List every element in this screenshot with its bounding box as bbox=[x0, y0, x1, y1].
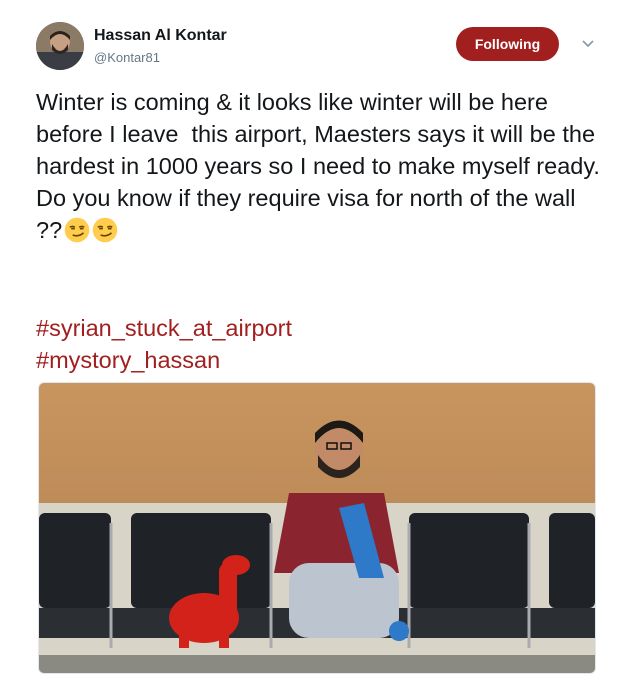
hashtag-list: #syrian_stuck_at_airport #mystory_hassan bbox=[36, 312, 292, 376]
hashtag-mystory-hassan[interactable]: #mystory_hassan bbox=[36, 344, 292, 376]
smirking-face-emoji-icon bbox=[92, 217, 118, 243]
chevron-down-icon[interactable] bbox=[580, 36, 596, 52]
tweet-text: Winter is coming & it looks like winter … bbox=[36, 86, 606, 246]
tweet-photo[interactable] bbox=[38, 382, 596, 674]
author-handle[interactable]: @Kontar81 bbox=[94, 50, 160, 65]
avatar[interactable] bbox=[36, 22, 84, 70]
smirking-face-emoji-icon bbox=[64, 217, 90, 243]
hashtag-syrian-stuck-at-airport[interactable]: #syrian_stuck_at_airport bbox=[36, 312, 292, 344]
tweet-header: Hassan Al Kontar @Kontar81 Following bbox=[0, 0, 628, 80]
author-name[interactable]: Hassan Al Kontar bbox=[94, 27, 227, 45]
airport-photo-illustration bbox=[39, 383, 595, 673]
profile-photo-icon bbox=[36, 22, 84, 70]
tweet-body: Winter is coming & it looks like winter … bbox=[36, 89, 600, 243]
following-button[interactable]: Following bbox=[456, 27, 559, 61]
